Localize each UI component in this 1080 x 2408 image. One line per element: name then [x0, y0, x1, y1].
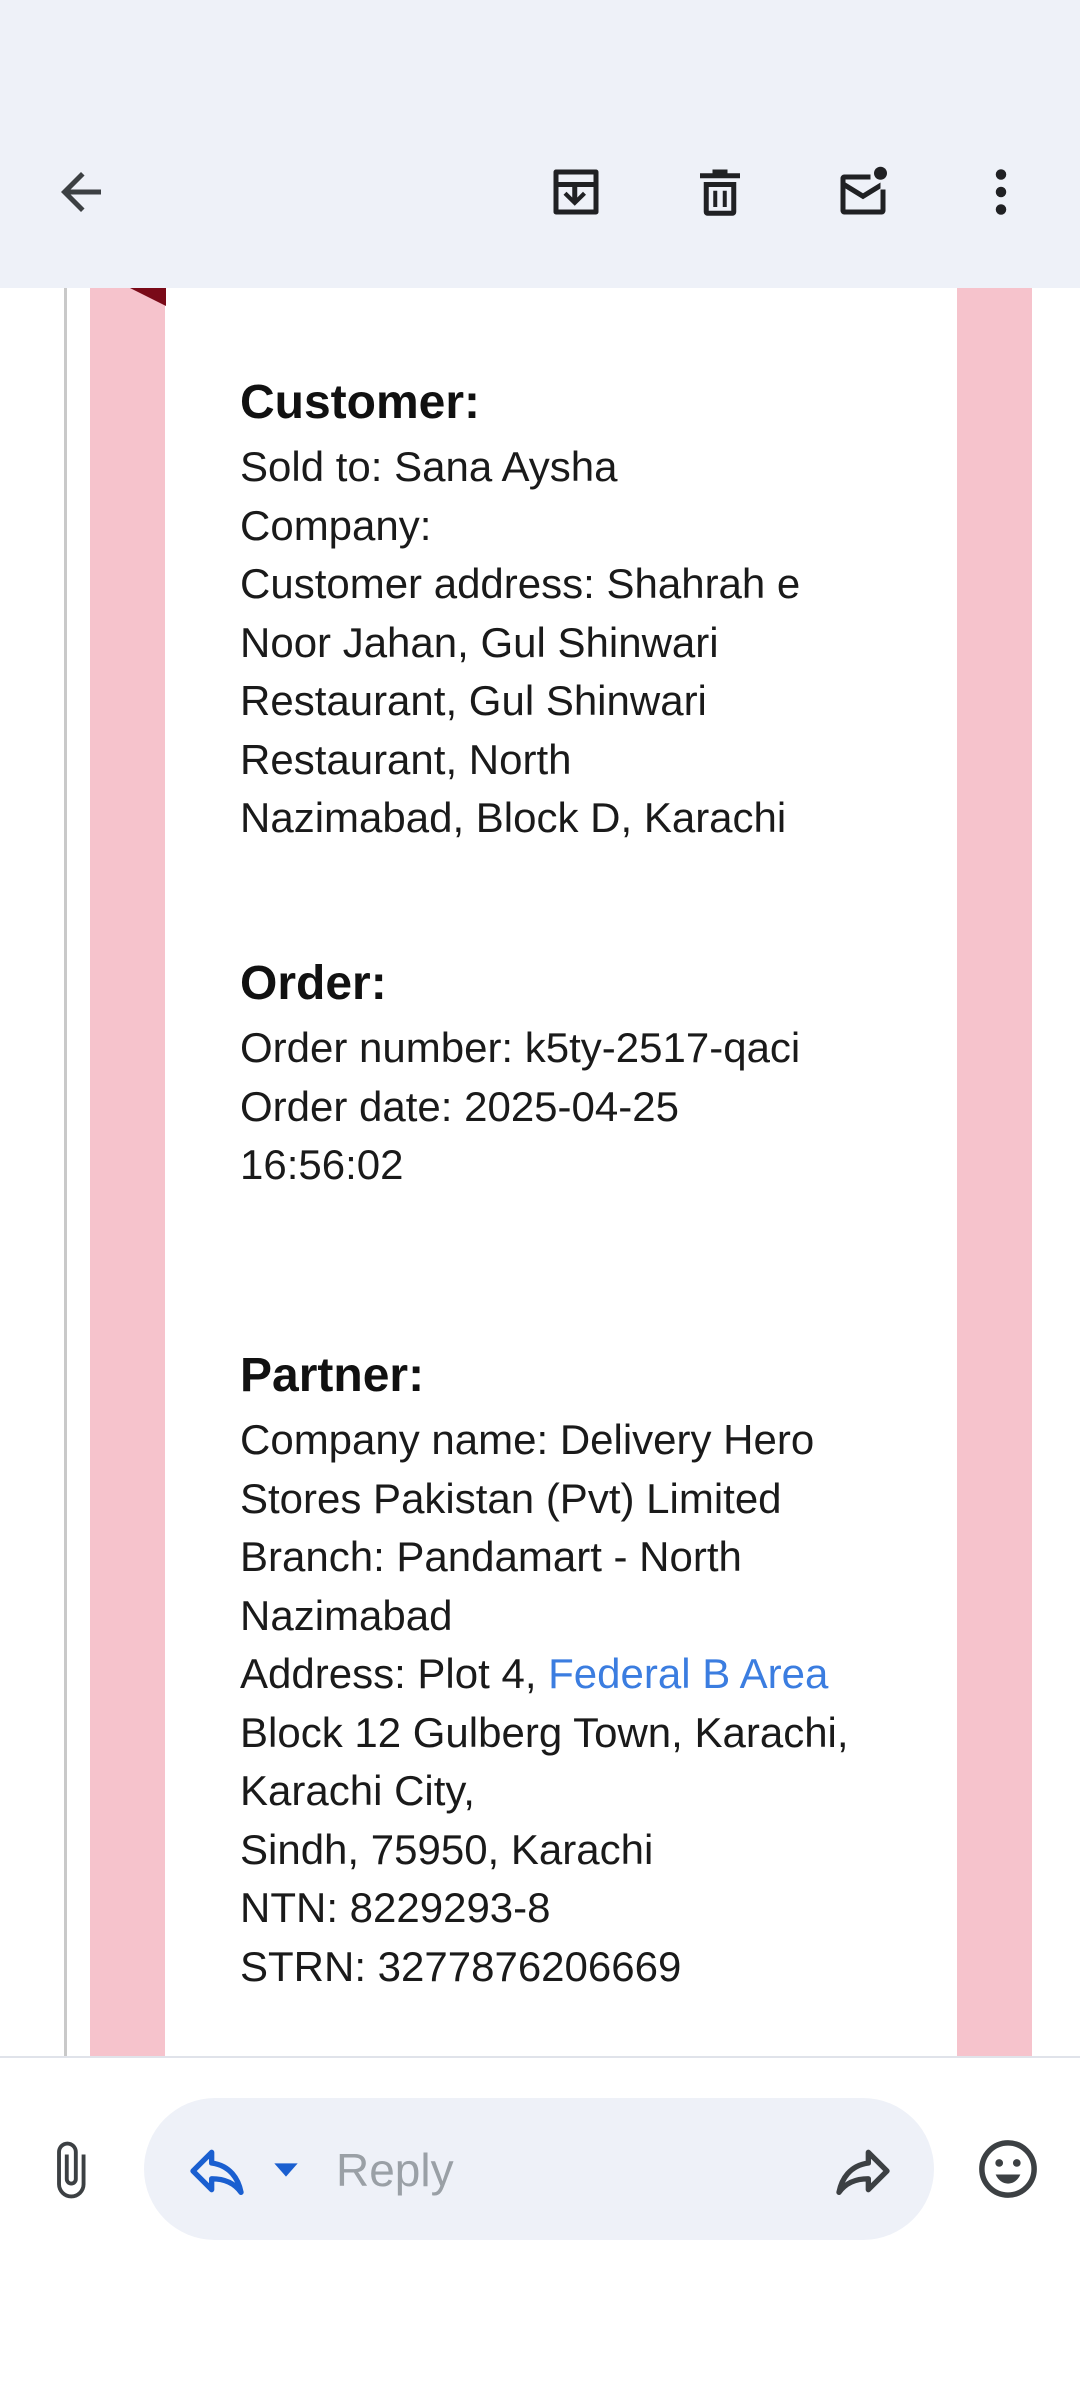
- emoji-button[interactable]: [968, 2124, 1048, 2214]
- branch-line-2: Nazimabad: [240, 1591, 453, 1639]
- branch-line: Branch: Pandamart - North: [240, 1533, 742, 1580]
- reply-options-button[interactable]: [266, 2150, 306, 2190]
- partner-section: Partner: Company name: Delivery Hero Sto…: [240, 1341, 920, 1996]
- address-link-1[interactable]: Federal B Area: [548, 1650, 828, 1697]
- address-link-2[interactable]: Block 12 Gulberg Town, Karachi,: [240, 1704, 920, 1763]
- address-prefix: Address: Plot 4,: [240, 1650, 549, 1697]
- company-name-line-2: Stores Pakistan (Pvt) Limited: [240, 1474, 782, 1522]
- delete-button[interactable]: [675, 147, 765, 237]
- forward-button[interactable]: [826, 2134, 900, 2208]
- order-date-line: Order date: 2025-04-25: [240, 1082, 679, 1130]
- sold-to-line: Sold to: Sana Aysha: [240, 443, 618, 490]
- partner-address-line: Address: Plot 4, Federal B Area: [240, 1645, 920, 1704]
- caret-down-icon: [274, 2163, 298, 2177]
- customer-heading: Customer:: [240, 376, 481, 429]
- address-line-4: Restaurant, North: [240, 735, 572, 783]
- reply-button[interactable]: [180, 2134, 254, 2208]
- strn-line: STRN: 3277876206669: [240, 1942, 682, 1990]
- order-time-line: 16:56:02: [240, 1141, 404, 1188]
- trash-icon: [700, 169, 740, 216]
- emoji-icon: [979, 2140, 1037, 2198]
- forward-icon: [836, 2149, 890, 2195]
- order-heading: Order:: [240, 957, 387, 1010]
- address-line-1: Customer address: Shahrah e: [240, 560, 801, 607]
- order-number-line: Order number: k5ty-2517-qaci: [240, 1024, 801, 1071]
- top-app-bar: [0, 0, 1080, 288]
- back-button[interactable]: [36, 147, 126, 237]
- customer-section: Customer: Sold to: Sana Aysha Company: C…: [240, 368, 920, 848]
- address-link-3[interactable]: Karachi City,: [240, 1762, 920, 1821]
- email-border-left: [90, 288, 165, 2056]
- archive-button[interactable]: [531, 147, 621, 237]
- decorative-corner: [130, 288, 166, 306]
- address-line-2: Noor Jahan, Gul Shinwari: [240, 618, 719, 666]
- archive-icon: [553, 169, 599, 215]
- ntn-line: NTN: 8229293-8: [240, 1884, 551, 1931]
- more-vert-icon: [995, 169, 1007, 215]
- reply-icon: [190, 2149, 244, 2195]
- order-section: Order: Order number: k5ty-2517-qaci Orde…: [240, 949, 920, 1195]
- thread-line: [64, 288, 67, 2056]
- attach-button[interactable]: [30, 2120, 110, 2220]
- company-name-line: Company name: Delivery Hero: [240, 1416, 815, 1463]
- address-link-4[interactable]: Sindh, 75950, Karachi: [240, 1821, 920, 1880]
- address-line-5: Nazimabad, Block D, Karachi: [240, 794, 787, 841]
- partner-heading: Partner:: [240, 1349, 425, 1402]
- email-body[interactable]: Customer: Sold to: Sana Aysha Company: C…: [0, 288, 1080, 2056]
- arrow-back-icon: [61, 172, 101, 212]
- mark-unread-button[interactable]: [818, 147, 908, 237]
- reply-field[interactable]: [144, 2098, 934, 2240]
- company-line: Company:: [240, 501, 432, 549]
- address-line-3: Restaurant, Gul Shinwari: [240, 677, 707, 724]
- paperclip-icon: [57, 2141, 86, 2199]
- email-border-right: [957, 288, 1032, 2056]
- reply-placeholder[interactable]: Reply: [336, 2140, 454, 2200]
- mail-unread-icon: [840, 166, 887, 215]
- more-options-button[interactable]: [956, 147, 1046, 237]
